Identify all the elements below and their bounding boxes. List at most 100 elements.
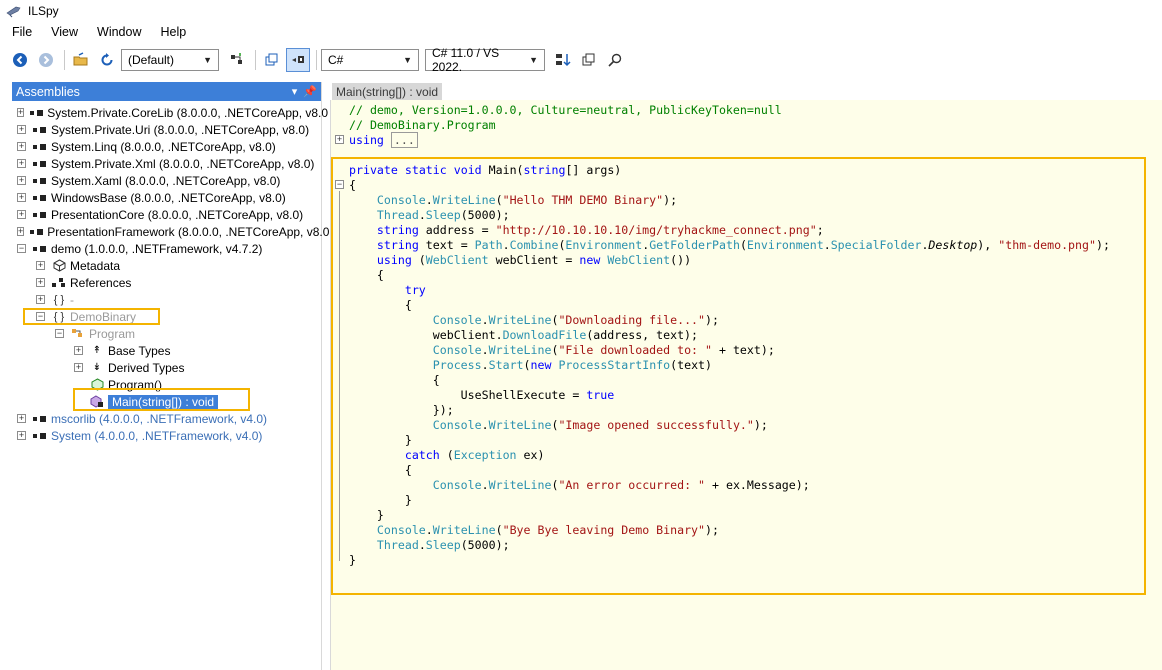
expand-icon[interactable]: + <box>17 159 26 168</box>
pane-menu-icon[interactable]: ▾ <box>292 85 298 98</box>
tree-item-label: References <box>70 275 132 290</box>
collapse-tree-button[interactable] <box>260 48 284 72</box>
tree-icon <box>265 53 278 66</box>
window-icon <box>582 53 595 66</box>
expand-icon[interactable]: + <box>74 346 83 355</box>
tree-item[interactable]: + References <box>12 274 321 291</box>
tree-item[interactable]: + mscorlib (4.0.0.0, .NETFramework, v4.0) <box>12 410 321 427</box>
search-icon <box>608 53 622 67</box>
tree-item-label: PresentationCore (8.0.0.0, .NETCoreApp, … <box>51 207 304 222</box>
assembly-icon <box>32 429 48 443</box>
toolbar-separator <box>255 50 256 70</box>
collapse-icon[interactable]: − <box>17 244 26 253</box>
assembly-icon <box>30 106 44 120</box>
class-icon <box>70 327 86 341</box>
toolbar-separator <box>64 50 65 70</box>
assembly-icon <box>32 157 48 171</box>
tree-item-label: PresentationFramework (8.0.0.0, .NETCore… <box>47 224 330 239</box>
chevron-down-icon: ▼ <box>529 55 538 65</box>
search-button[interactable] <box>603 48 627 72</box>
tab-main-method[interactable]: Main(string[]) : void <box>332 83 443 100</box>
assembly-icon <box>32 191 48 205</box>
public-only-icon <box>292 56 304 63</box>
tree-item[interactable]: + PresentationFramework (8.0.0.0, .NETCor… <box>12 223 329 240</box>
derived-types-icon: ↡ <box>92 362 102 373</box>
menu-help[interactable]: Help <box>149 25 194 39</box>
tree-item[interactable]: + System.Linq (8.0.0.0, .NETCoreApp, v8.0… <box>12 138 321 155</box>
expand-icon[interactable]: + <box>74 363 83 372</box>
ilspy-logo-icon <box>6 6 21 18</box>
code-editor[interactable]: + − // demo, Version=1.0.0.0, Culture=ne… <box>330 100 1162 670</box>
tree-item[interactable]: + System.Private.Uri (8.0.0.0, .NETCoreAp… <box>12 121 321 138</box>
forward-icon <box>39 53 53 67</box>
references-icon <box>51 276 67 290</box>
expand-icon[interactable]: + <box>17 125 26 134</box>
tree-item[interactable]: − demo (1.0.0.0, .NETFramework, v4.7.2) <box>12 240 321 257</box>
metadata-icon <box>51 259 67 273</box>
expand-icon[interactable]: + <box>36 261 45 270</box>
expand-icon[interactable]: + <box>17 210 26 219</box>
tree-item[interactable]: + PresentationCore (8.0.0.0, .NETCoreApp,… <box>12 206 321 223</box>
expand-icon[interactable]: + <box>36 295 45 304</box>
forward-button[interactable] <box>34 48 58 72</box>
tree-item-label: System.Private.CoreLib (8.0.0.0, .NETCor… <box>47 105 329 120</box>
expand-icon[interactable]: + <box>17 176 26 185</box>
assemblies-header-title: Assemblies <box>16 84 80 99</box>
expand-icon[interactable]: + <box>17 227 25 236</box>
expand-icon[interactable]: + <box>17 108 25 117</box>
highlight-main-body <box>331 157 1146 595</box>
tree-item[interactable]: + Metadata <box>12 257 321 274</box>
tree-item[interactable]: + System (4.0.0.0, .NETFramework, v4.0) <box>12 427 321 444</box>
assembly-icon <box>32 242 48 256</box>
tree-item[interactable]: − Program <box>12 325 321 342</box>
menu-view[interactable]: View <box>39 25 85 39</box>
gac-button[interactable] <box>225 48 249 72</box>
manage-windows-button[interactable] <box>577 48 601 72</box>
tree-item-label: Derived Types <box>108 360 185 375</box>
tree-item[interactable]: + System.Private.CoreLib (8.0.0.0, .NETCo… <box>12 104 328 121</box>
gac-icon <box>231 53 242 64</box>
pin-icon[interactable]: 📌 <box>303 85 317 98</box>
menu-bar: File View Window Help <box>0 22 1162 42</box>
highlight-main-method <box>73 388 250 411</box>
public-only-toggle[interactable] <box>286 48 310 72</box>
tree-item-label: Base Types <box>108 343 171 358</box>
tree-item[interactable]: + System.Private.Xml (8.0.0.0, .NETCoreAp… <box>12 155 321 172</box>
base-types-icon: ↟ <box>92 345 102 356</box>
assemblies-header: Assemblies ▾ 📌 <box>12 82 321 101</box>
fold-using[interactable]: + <box>335 135 344 144</box>
tree-item[interactable]: + WindowsBase (8.0.0.0, .NETCoreApp, v8.0… <box>12 189 321 206</box>
chevron-down-icon: ▼ <box>203 55 212 65</box>
expand-icon[interactable]: + <box>36 278 45 287</box>
assembly-icon <box>32 208 48 222</box>
collapse-icon[interactable]: − <box>55 329 64 338</box>
tree-item-label: System.Xaml (8.0.0.0, .NETCoreApp, v8.0) <box>51 173 281 188</box>
back-icon <box>13 53 27 67</box>
open-button[interactable] <box>69 48 93 72</box>
version-combo[interactable]: C# 11.0 / VS 2022. ▼ <box>425 46 545 74</box>
highlight-demobinary <box>23 308 160 325</box>
tree-item[interactable]: + { } - <box>12 291 321 308</box>
tree-item[interactable]: + ↡ Derived Types <box>12 359 321 376</box>
back-button[interactable] <box>8 48 32 72</box>
expand-icon[interactable]: + <box>17 193 26 202</box>
tree-item[interactable]: + System.Xaml (8.0.0.0, .NETCoreApp, v8.0… <box>12 172 321 189</box>
assemblies-pane: Assemblies ▾ 📌 + System.Private.CoreLib (… <box>12 82 329 670</box>
menu-window[interactable]: Window <box>85 25 148 39</box>
sort-button[interactable] <box>551 48 575 72</box>
refresh-icon <box>101 53 113 66</box>
tree-item-label: mscorlib (4.0.0.0, .NETFramework, v4.0) <box>51 411 268 426</box>
menu-file[interactable]: File <box>0 25 39 39</box>
expand-icon[interactable]: + <box>17 142 26 151</box>
assembly-icon <box>32 174 48 188</box>
language-combo[interactable]: C# ▼ <box>321 49 419 71</box>
tree-item-label: WindowsBase (8.0.0.0, .NETCoreApp, v8.0) <box>51 190 286 205</box>
tree-item[interactable]: + ↟ Base Types <box>12 342 321 359</box>
refresh-button[interactable] <box>95 48 119 72</box>
expand-icon[interactable]: + <box>17 431 26 440</box>
tree-item-label: System.Private.Xml (8.0.0.0, .NETCoreApp… <box>51 156 315 171</box>
filter-combo[interactable]: (Default) ▼ <box>121 49 219 71</box>
tree-item-label: - <box>70 292 74 307</box>
expand-icon[interactable]: + <box>17 414 26 423</box>
assembly-icon <box>32 140 48 154</box>
